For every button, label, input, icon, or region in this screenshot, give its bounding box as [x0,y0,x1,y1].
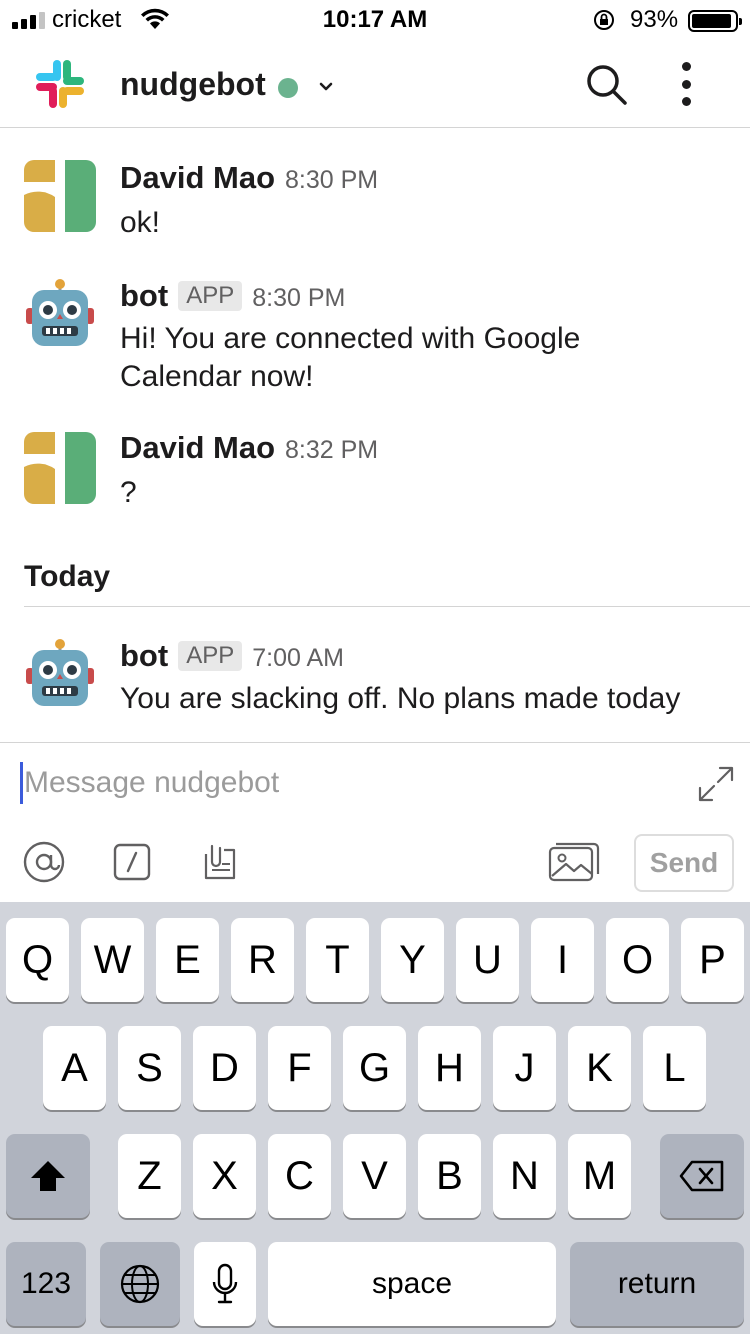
key-n[interactable]: N [493,1134,556,1218]
expand-icon[interactable] [696,764,736,804]
key-v[interactable]: V [343,1134,406,1218]
key-b[interactable]: B [418,1134,481,1218]
key-g[interactable]: G [343,1026,406,1110]
key-u[interactable]: U [456,918,519,1002]
microphone-icon [212,1263,238,1304]
day-divider-line [24,606,750,607]
key-l[interactable]: L [643,1026,706,1110]
globe-key[interactable] [100,1242,180,1326]
slash-icon[interactable] [110,840,154,884]
message-item[interactable]: David Mao 8:32 PM ? [0,430,750,520]
key-c[interactable]: C [268,1134,331,1218]
message-text: You are slacking off. No plans made toda… [120,682,681,715]
message-input[interactable] [24,762,664,804]
message-author[interactable]: bot [120,278,168,314]
message-timestamp: 7:00 AM [252,644,344,672]
battery-percentage: 93% [630,6,679,33]
search-icon[interactable] [582,60,630,108]
composer-divider [0,742,750,743]
message-header: David Mao 8:32 PM [120,430,378,466]
presence-status-icon [278,78,298,98]
shift-key[interactable] [6,1134,90,1218]
key-d[interactable]: D [193,1026,256,1110]
chevron-down-icon[interactable] [316,76,336,96]
user-avatar[interactable] [24,160,96,232]
on-screen-keyboard: QWERTYUIOP ASDFGHJKL ZXCVBNM 123 space r… [0,902,750,1334]
user-avatar[interactable] [24,432,96,504]
key-w[interactable]: W [81,918,144,1002]
message-item[interactable]: bot APP 8:30 PM Hi! You are connected wi… [0,278,750,408]
key-p[interactable]: P [681,918,744,1002]
channel-header: nudgebot [0,40,750,128]
slack-logo-icon[interactable] [32,56,88,112]
text-cursor [20,762,23,804]
message-header: bot APP 7:00 AM [120,638,344,674]
message-author[interactable]: David Mao [120,160,275,196]
message-timestamp: 8:32 PM [285,436,379,464]
status-bar: cricket 10:17 AM 93% [0,0,750,40]
robot-avatar[interactable] [24,278,96,350]
message-header: bot APP 8:30 PM [120,278,345,314]
message-author[interactable]: David Mao [120,430,275,466]
message-text: Hi! You are connected with Google Calend… [120,322,581,393]
key-e[interactable]: E [156,918,219,1002]
attachment-icon[interactable] [198,840,242,884]
key-z[interactable]: Z [118,1134,181,1218]
globe-icon [120,1264,160,1304]
key-h[interactable]: H [418,1026,481,1110]
backspace-icon [679,1160,724,1192]
key-m[interactable]: M [568,1134,631,1218]
key-t[interactable]: T [306,918,369,1002]
message-text: ok! [120,206,161,239]
send-button[interactable]: Send [634,834,734,892]
day-divider-label: Today [24,560,111,593]
key-a[interactable]: A [43,1026,106,1110]
shift-icon [31,1161,65,1191]
numbers-key[interactable]: 123 [6,1242,86,1326]
message-timestamp: 8:30 PM [252,284,346,312]
image-icon[interactable] [548,842,600,882]
return-key[interactable]: return [570,1242,744,1326]
more-options-icon[interactable] [672,62,700,106]
microphone-key[interactable] [194,1242,256,1326]
at-icon[interactable] [22,840,66,884]
key-f[interactable]: F [268,1026,331,1110]
rotation-lock-icon [594,10,614,30]
key-y[interactable]: Y [381,918,444,1002]
key-s[interactable]: S [118,1026,181,1110]
space-key[interactable]: space [268,1242,556,1326]
key-o[interactable]: O [606,918,669,1002]
app-badge: APP [178,281,243,311]
key-r[interactable]: R [231,918,294,1002]
message-timestamp: 8:30 PM [285,166,379,194]
key-j[interactable]: J [493,1026,556,1110]
backspace-key[interactable] [660,1134,744,1218]
message-author[interactable]: bot [120,638,168,674]
key-k[interactable]: K [568,1026,631,1110]
key-q[interactable]: Q [6,918,69,1002]
channel-title[interactable]: nudgebot [120,66,266,103]
app-badge: APP [178,641,243,671]
key-i[interactable]: I [531,918,594,1002]
robot-avatar[interactable] [24,638,96,710]
message-item[interactable]: bot APP 7:00 AM You are slacking off. No… [0,638,750,728]
battery-icon [688,10,742,32]
battery-fill [692,14,732,28]
message-header: David Mao 8:30 PM [120,160,378,196]
message-text: ? [120,476,137,509]
key-x[interactable]: X [193,1134,256,1218]
message-item[interactable]: David Mao 8:30 PM ok! [0,160,750,250]
